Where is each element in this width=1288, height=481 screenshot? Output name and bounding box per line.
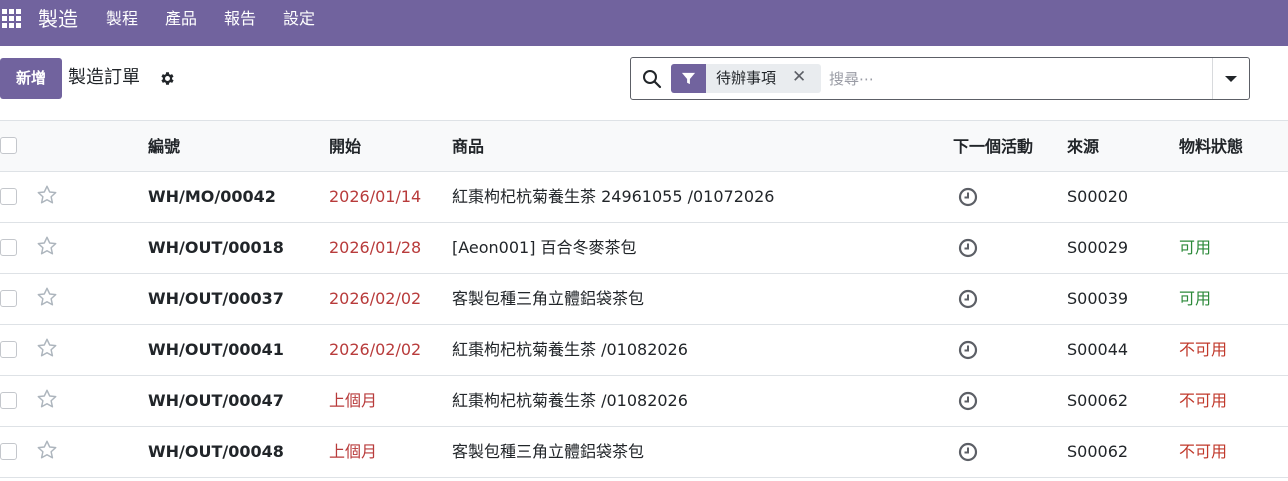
- clock-icon[interactable]: [958, 340, 978, 360]
- start-date-cell: 2026/02/02: [329, 340, 422, 359]
- filter-facet-label: 待辦事項: [716, 69, 777, 87]
- table-row[interactable]: WH/MO/00042 2026/01/14 紅棗枸杞杭菊養生茶 2496105…: [0, 172, 1288, 223]
- clock-icon[interactable]: [958, 187, 978, 207]
- component-status-cell: 可用: [1179, 289, 1212, 308]
- source-cell: S00062: [1067, 391, 1129, 410]
- search-icon[interactable]: [642, 69, 662, 89]
- product-cell: 客製包種三角立體鋁袋茶包: [452, 289, 645, 308]
- start-date-cell: 2026/01/14: [329, 187, 422, 206]
- table-row[interactable]: WH/OUT/00041 2026/02/02 紅棗枸杞杭菊養生茶 /01082…: [0, 325, 1288, 376]
- gear-icon[interactable]: [159, 70, 176, 87]
- component-status-cell: 不可用: [1179, 442, 1228, 461]
- search-bar: 待辦事項 ✕: [630, 57, 1250, 100]
- clock-icon[interactable]: [958, 289, 978, 309]
- filter-facet: 待辦事項 ✕: [671, 64, 821, 93]
- row-checkbox[interactable]: [0, 443, 17, 460]
- remove-filter-icon[interactable]: ✕: [792, 66, 806, 88]
- component-status-cell: 不可用: [1179, 340, 1228, 359]
- star-icon[interactable]: [36, 235, 58, 257]
- table-row[interactable]: WH/OUT/00048 上個月 客製包種三角立體鋁袋茶包 S00062 不可用: [0, 427, 1288, 478]
- app-name[interactable]: 製造: [38, 6, 78, 32]
- start-date-cell: 2026/02/02: [329, 289, 422, 308]
- star-icon[interactable]: [36, 286, 58, 308]
- apps-grid-icon[interactable]: [2, 9, 22, 29]
- search-input[interactable]: [829, 66, 1199, 92]
- star-icon[interactable]: [36, 388, 58, 410]
- source-cell: S00044: [1067, 340, 1129, 359]
- column-header-next-activity[interactable]: 下一個活動: [953, 137, 1033, 157]
- start-date-cell: 上個月: [329, 391, 378, 410]
- menu-item-configuration[interactable]: 設定: [283, 9, 315, 29]
- star-icon[interactable]: [36, 337, 58, 359]
- menu-item-products[interactable]: 產品: [165, 9, 197, 29]
- star-icon[interactable]: [36, 184, 58, 206]
- clock-icon[interactable]: [958, 238, 978, 258]
- search-options-toggle[interactable]: [1212, 58, 1249, 99]
- reference-cell: WH/OUT/00037: [148, 289, 284, 308]
- product-cell: 客製包種三角立體鋁袋茶包: [452, 442, 645, 461]
- column-header-product[interactable]: 商品: [452, 137, 484, 157]
- row-checkbox[interactable]: [0, 341, 17, 358]
- reference-cell: WH/OUT/00018: [148, 238, 284, 257]
- row-checkbox[interactable]: [0, 239, 17, 256]
- caret-down-icon: [1225, 76, 1237, 82]
- menu-item-reporting[interactable]: 報告: [224, 9, 256, 29]
- reference-cell: WH/MO/00042: [148, 187, 276, 206]
- reference-cell: WH/OUT/00041: [148, 340, 284, 359]
- start-date-cell: 2026/01/28: [329, 238, 422, 257]
- column-header-reference[interactable]: 編號: [148, 137, 180, 157]
- column-header-component-status[interactable]: 物料狀態: [1179, 137, 1243, 157]
- table-row[interactable]: WH/OUT/00018 2026/01/28 [Aeon001] 百合冬麥茶包…: [0, 223, 1288, 274]
- product-cell: 紅棗枸杞杭菊養生茶 /01082026: [452, 340, 688, 359]
- product-cell: [Aeon001] 百合冬麥茶包: [452, 238, 637, 257]
- source-cell: S00020: [1067, 187, 1129, 206]
- table-row[interactable]: WH/OUT/00047 上個月 紅棗枸杞杭菊養生茶 /01082026 S00…: [0, 376, 1288, 427]
- filter-icon: [671, 64, 706, 93]
- row-checkbox[interactable]: [0, 188, 17, 205]
- source-cell: S00029: [1067, 238, 1129, 257]
- start-date-cell: 上個月: [329, 442, 378, 461]
- reference-cell: WH/OUT/00047: [148, 391, 284, 410]
- top-navbar: 製造 製程 產品 報告 設定: [0, 0, 1288, 46]
- new-button[interactable]: 新增: [0, 58, 62, 99]
- product-cell: 紅棗枸杞杭菊養生茶 /01082026: [452, 391, 688, 410]
- table-header: 編號 開始 商品 下一個活動 來源 物料狀態: [0, 120, 1288, 172]
- column-header-start[interactable]: 開始: [329, 137, 361, 157]
- clock-icon[interactable]: [958, 391, 978, 411]
- source-cell: S00062: [1067, 442, 1129, 461]
- clock-icon[interactable]: [958, 442, 978, 462]
- reference-cell: WH/OUT/00048: [148, 442, 284, 461]
- select-all-checkbox[interactable]: [0, 137, 17, 154]
- table-row[interactable]: WH/OUT/00037 2026/02/02 客製包種三角立體鋁袋茶包 S00…: [0, 274, 1288, 325]
- component-status-cell: 不可用: [1179, 391, 1228, 410]
- menu-item-operations[interactable]: 製程: [106, 9, 138, 29]
- column-header-source[interactable]: 來源: [1067, 137, 1099, 157]
- star-icon[interactable]: [36, 439, 58, 461]
- page-title[interactable]: 製造訂單: [68, 66, 140, 90]
- product-cell: 紅棗枸杞杭菊養生茶 24961055 /01072026: [452, 187, 775, 206]
- source-cell: S00039: [1067, 289, 1129, 308]
- row-checkbox[interactable]: [0, 290, 17, 307]
- row-checkbox[interactable]: [0, 392, 17, 409]
- component-status-cell: 可用: [1179, 238, 1212, 257]
